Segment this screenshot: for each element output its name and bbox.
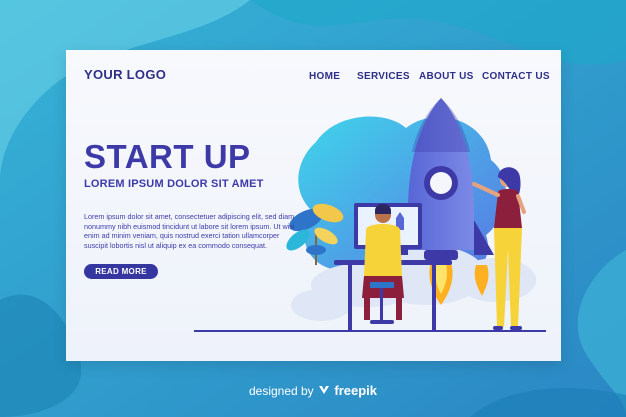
hero-title: START UP xyxy=(84,138,251,175)
nav-contact-us[interactable]: CONTACT US xyxy=(482,71,550,82)
nav-services[interactable]: SERVICES xyxy=(357,71,410,82)
startup-illustration xyxy=(194,98,546,332)
logo[interactable]: YOUR LOGO xyxy=(84,67,166,82)
freepik-logo-icon xyxy=(317,384,334,398)
nav-about-us[interactable]: ABOUT US xyxy=(419,71,474,82)
hero-body-text: Lorem ipsum dolor sit amet, consectetuer… xyxy=(84,212,295,250)
landing-card: YOUR LOGO HOME SERVICES ABOUT US CONTACT… xyxy=(66,50,561,361)
hero-subtitle: LOREM IPSUM DOLOR SIT AMET xyxy=(84,178,264,190)
read-more-button[interactable]: READ MORE xyxy=(84,264,158,279)
footer-credit: designed by freepik xyxy=(0,383,626,398)
nav-home[interactable]: HOME xyxy=(309,71,340,82)
credit-prefix: designed by xyxy=(248,384,314,398)
credit-brand[interactable]: freepik xyxy=(334,383,377,398)
